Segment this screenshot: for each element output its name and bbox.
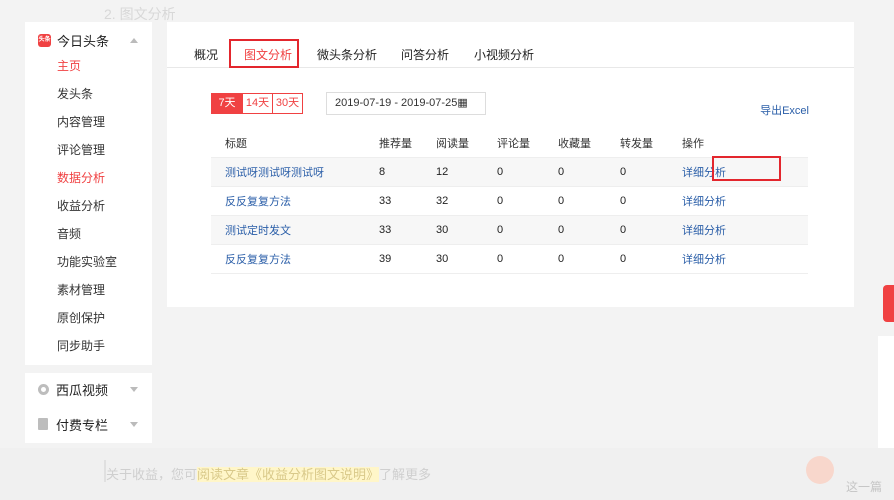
column-header: 评论量 bbox=[483, 129, 544, 157]
tab-short-video-analysis[interactable]: 小视频分析 bbox=[474, 46, 534, 63]
sidebar-item-home[interactable]: 主页 bbox=[25, 52, 152, 80]
comment-count: 0 bbox=[483, 185, 544, 215]
comment-count: 0 bbox=[483, 243, 544, 274]
avatar bbox=[806, 456, 834, 484]
chevron-down-icon[interactable] bbox=[130, 421, 138, 427]
bottom-notice: 关于收益，您可阅读文章《收益分析图文说明》了解更多 这一篇 bbox=[0, 448, 894, 500]
recommend-count: 33 bbox=[365, 214, 422, 244]
column-header: 阅读量 bbox=[422, 129, 483, 157]
column-header: 标题 bbox=[211, 129, 365, 157]
sidebar-app-header[interactable]: 头条 今日头条 bbox=[25, 28, 152, 52]
share-count: 0 bbox=[606, 214, 668, 244]
tab-qa-analysis[interactable]: 问答分析 bbox=[401, 46, 449, 63]
range-selector: 7天 14天 30天 bbox=[211, 93, 303, 114]
sidebar-item-comments[interactable]: 评论管理 bbox=[25, 136, 152, 164]
read-count: 30 bbox=[422, 243, 483, 274]
notice-right-text: 这一篇 bbox=[846, 480, 883, 494]
notice-prefix: 关于收益，您可 bbox=[106, 467, 198, 482]
favorite-count: 0 bbox=[544, 156, 606, 186]
column-header: 转发量 bbox=[606, 129, 668, 157]
page-top-title: 2. 图文分析 bbox=[0, 0, 894, 22]
read-count: 30 bbox=[422, 214, 483, 244]
notice-article-link[interactable]: 阅读文章《收益分析图文说明》 bbox=[197, 467, 380, 482]
recommend-count: 33 bbox=[365, 185, 422, 215]
chevron-down-icon[interactable] bbox=[130, 386, 138, 392]
share-count: 0 bbox=[606, 156, 668, 186]
date-range-picker[interactable]: 2019-07-19 - 2019-07-25▦ bbox=[326, 92, 486, 115]
recommend-count: 8 bbox=[365, 156, 422, 186]
toutiao-logo-icon: 头条 bbox=[38, 33, 51, 47]
notice-text: 关于收益，您可阅读文章《收益分析图文说明》了解更多 bbox=[106, 464, 431, 483]
comment-count: 0 bbox=[483, 214, 544, 244]
sidebar-item-materials[interactable]: 素材管理 bbox=[25, 276, 152, 304]
sidebar-item-sync[interactable]: 同步助手 bbox=[25, 332, 152, 360]
favorite-count: 0 bbox=[544, 243, 606, 274]
sidebar-section-video[interactable]: 西瓜视频 bbox=[25, 373, 152, 405]
article-title-link[interactable]: 测试呀测试呀测试呀 bbox=[211, 156, 365, 186]
article-title-link[interactable]: 反反复复方法 bbox=[211, 185, 365, 215]
range-14d-button[interactable]: 14天 bbox=[242, 94, 272, 113]
date-range-text: 2019-07-19 - 2019-07-25 bbox=[335, 97, 458, 109]
sidebar-app-label: 今日头条 bbox=[57, 33, 110, 49]
read-count: 12 bbox=[422, 156, 483, 186]
sidebar-item-lab[interactable]: 功能实验室 bbox=[25, 248, 152, 276]
column-header: 操作 bbox=[668, 129, 808, 157]
detail-analysis-link[interactable]: 详细分析 bbox=[668, 243, 808, 274]
range-30d-button[interactable]: 30天 bbox=[272, 94, 302, 113]
sidebar-item-audio[interactable]: 音频 bbox=[25, 220, 152, 248]
sidebar-item-revenue[interactable]: 收益分析 bbox=[25, 192, 152, 220]
feedback-tab[interactable] bbox=[883, 285, 894, 322]
sidebar-item-post[interactable]: 发头条 bbox=[25, 80, 152, 108]
read-count: 32 bbox=[422, 185, 483, 215]
share-count: 0 bbox=[606, 243, 668, 274]
detail-analysis-link[interactable]: 详细分析 bbox=[668, 214, 808, 244]
article-title-link[interactable]: 反反复复方法 bbox=[211, 243, 365, 274]
sidebar-item-content[interactable]: 内容管理 bbox=[25, 108, 152, 136]
share-count: 0 bbox=[606, 185, 668, 215]
favorite-count: 0 bbox=[544, 185, 606, 215]
sidebar-item-analytics[interactable]: 数据分析 bbox=[25, 164, 152, 192]
table-row: 反反复复方法 33 32 0 0 0 详细分析 bbox=[211, 185, 808, 215]
export-excel-link[interactable]: 导出Excel bbox=[760, 102, 809, 118]
analysis-panel: 概况 图文分析 微头条分析 问答分析 小视频分析 7天 14天 30天 2019… bbox=[167, 22, 854, 307]
table-row: 反反复复方法 39 30 0 0 0 详细分析 bbox=[211, 243, 808, 274]
table-row: 测试定时发文 33 30 0 0 0 详细分析 bbox=[211, 214, 808, 244]
active-tab-highlight bbox=[229, 39, 299, 68]
notice-suffix: 了解更多 bbox=[379, 467, 432, 482]
doc-icon bbox=[38, 418, 48, 430]
sidebar: 头条 今日头条 主页 发头条 内容管理 评论管理 数据分析 收益分析 音频 功能… bbox=[25, 22, 152, 443]
side-toolbar bbox=[878, 336, 894, 450]
article-stats-table: 标题 推荐量 阅读量 评论量 收藏量 转发量 操作 测试呀测试呀测试呀 8 12… bbox=[211, 129, 808, 274]
sidebar-section-label: 付费专栏 bbox=[56, 417, 109, 433]
tab-overview[interactable]: 概况 bbox=[194, 46, 218, 63]
video-icon bbox=[38, 383, 49, 395]
sidebar-item-original[interactable]: 原创保护 bbox=[25, 304, 152, 332]
calendar-icon: ▦ bbox=[457, 97, 468, 109]
recommend-count: 39 bbox=[365, 243, 422, 274]
comment-count: 0 bbox=[483, 156, 544, 186]
detail-analysis-link[interactable]: 详细分析 bbox=[668, 185, 808, 215]
chevron-up-icon[interactable] bbox=[130, 37, 138, 43]
tab-micro-analysis[interactable]: 微头条分析 bbox=[317, 46, 377, 63]
sidebar-main-card: 头条 今日头条 主页 发头条 内容管理 评论管理 数据分析 收益分析 音频 功能… bbox=[25, 22, 152, 365]
sidebar-section-paid[interactable]: 付费专栏 bbox=[25, 405, 152, 443]
favorite-count: 0 bbox=[544, 214, 606, 244]
column-header: 推荐量 bbox=[365, 129, 422, 157]
sidebar-section-label: 西瓜视频 bbox=[56, 382, 109, 398]
column-header: 收藏量 bbox=[544, 129, 606, 157]
detail-link-highlight bbox=[712, 156, 781, 181]
range-7d-button[interactable]: 7天 bbox=[212, 94, 242, 113]
article-title-link[interactable]: 测试定时发文 bbox=[211, 214, 365, 244]
